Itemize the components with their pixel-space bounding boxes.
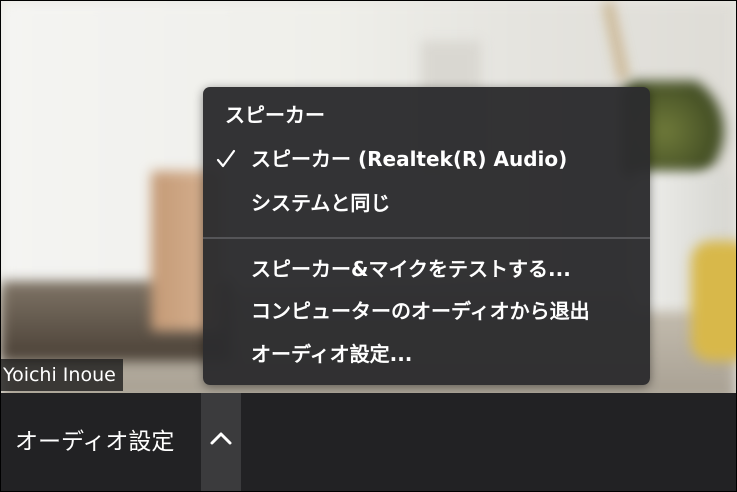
speaker-section-title: スピーカー <box>225 103 325 127</box>
menu-item-label: オーディオ設定... <box>251 342 413 366</box>
menu-item-same-as-system[interactable]: システムと同じ <box>203 184 650 222</box>
menu-item-label: スピーカー&マイクをテストする... <box>251 257 571 281</box>
menu-item-audio-settings[interactable]: オーディオ設定... <box>203 335 650 373</box>
meeting-toolbar: オーディオ設定 <box>1 393 736 491</box>
checkmark-icon <box>216 149 236 168</box>
menu-item-label: コンピューターのオーディオから退出 <box>251 299 590 323</box>
menu-divider <box>203 237 650 239</box>
menu-item-label: システムと同じ <box>251 191 391 215</box>
menu-item-speaker-realtek[interactable]: スピーカー (Realtek(R) Audio) <box>203 140 650 178</box>
meeting-window: Yoichi Inoue スピーカー スピーカー (Realtek(R) Aud… <box>0 0 737 492</box>
audio-options-caret-button[interactable] <box>201 393 241 491</box>
audio-settings-label[interactable]: オーディオ設定 <box>15 428 174 456</box>
menu-item-test-speaker-mic[interactable]: スピーカー&マイクをテストする... <box>203 250 650 288</box>
menu-item-leave-computer-audio[interactable]: コンピューターのオーディオから退出 <box>203 292 650 330</box>
menu-item-label: スピーカー (Realtek(R) Audio) <box>251 147 568 171</box>
participant-name-tag: Yoichi Inoue <box>1 359 123 391</box>
video-background <box>691 241 736 361</box>
audio-options-menu: スピーカー スピーカー (Realtek(R) Audio) システムと同じ ス… <box>203 87 650 385</box>
chevron-up-icon <box>210 432 232 445</box>
